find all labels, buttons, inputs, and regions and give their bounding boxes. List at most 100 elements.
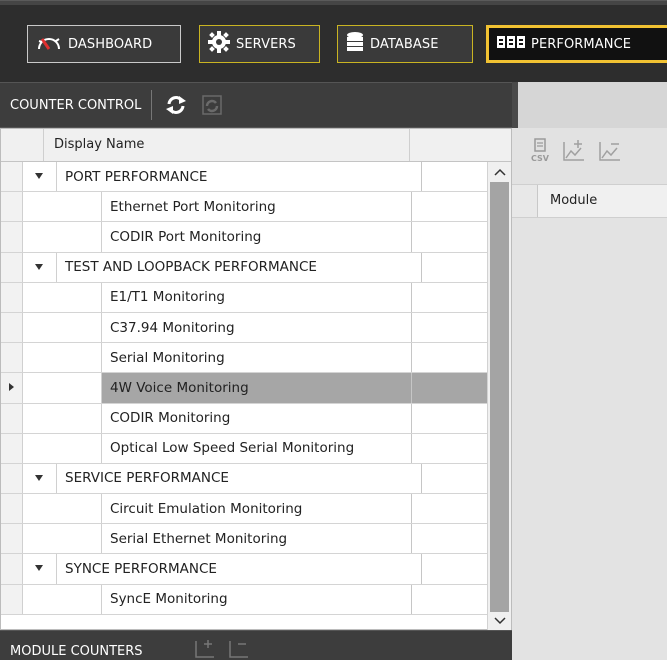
tree-group-row[interactable]: PORT PERFORMANCE: [1, 162, 487, 193]
vertical-scrollbar[interactable]: [487, 162, 511, 631]
row-header-cell[interactable]: [1, 162, 23, 192]
tree-leaf-row[interactable]: Optical Low Speed Serial Monitoring: [1, 433, 487, 464]
top-stripe: [0, 1, 667, 5]
value-cell[interactable]: [412, 192, 487, 222]
add-chart-icon[interactable]: [562, 138, 586, 168]
value-cell[interactable]: [412, 524, 487, 554]
counter-control-title: COUNTER CONTROL: [10, 97, 142, 113]
scrollbar-thumb[interactable]: [490, 182, 509, 612]
row-header-cell[interactable]: [1, 343, 23, 373]
remove-chart-icon[interactable]: [228, 639, 250, 660]
nav-servers-button[interactable]: SERVERS: [199, 25, 320, 63]
display-name-cell[interactable]: Serial Ethernet Monitoring: [102, 524, 412, 554]
indent-cell: [23, 554, 57, 584]
display-name-column-header[interactable]: Display Name: [44, 129, 410, 161]
row-header-cell[interactable]: [1, 524, 23, 554]
collapse-triangle-icon[interactable]: [35, 474, 43, 481]
tree-leaf-row[interactable]: 4W Voice Monitoring: [1, 373, 487, 404]
tree-leaf-row[interactable]: Serial Monitoring: [1, 343, 487, 374]
value-cell[interactable]: [412, 343, 487, 373]
nav-performance-button[interactable]: PERFORMANCE: [486, 25, 667, 63]
dashboard-icon: [36, 33, 62, 55]
module-toolbar: CSV: [512, 128, 667, 184]
nav-database-button[interactable]: DATABASE: [337, 25, 473, 63]
value-cell[interactable]: [412, 222, 487, 252]
row-header-cell[interactable]: [1, 282, 23, 312]
display-name-cell[interactable]: PORT PERFORMANCE: [57, 162, 422, 192]
row-header-cell[interactable]: [1, 252, 23, 282]
toolbar-divider: [151, 90, 153, 120]
indent-cell: [23, 494, 102, 524]
display-name-cell[interactable]: Ethernet Port Monitoring: [102, 192, 412, 222]
display-name-cell[interactable]: CODIR Port Monitoring: [102, 222, 412, 252]
database-icon: [346, 31, 364, 57]
display-name-cell[interactable]: E1/T1 Monitoring: [102, 282, 412, 312]
row-header-cell[interactable]: [1, 192, 23, 222]
tree-leaf-row[interactable]: Serial Ethernet Monitoring: [1, 524, 487, 555]
display-name-cell[interactable]: Optical Low Speed Serial Monitoring: [102, 433, 412, 463]
display-name-cell[interactable]: CODIR Monitoring: [102, 403, 412, 433]
value-cell[interactable]: [422, 554, 487, 584]
value-cell[interactable]: [412, 403, 487, 433]
display-name-cell[interactable]: SyncE Monitoring: [102, 584, 412, 614]
remove-chart-icon[interactable]: [598, 138, 622, 168]
row-header-cell[interactable]: [1, 494, 23, 524]
counter-tree-grid: Display Name PORT PERFORMANCE Ethernet Po…: [0, 128, 512, 631]
tree-leaf-row[interactable]: E1/T1 Monitoring: [1, 282, 487, 313]
display-name-cell[interactable]: Serial Monitoring: [102, 343, 412, 373]
indent-cell: [23, 192, 102, 222]
display-name-cell[interactable]: SERVICE PERFORMANCE: [57, 463, 422, 494]
display-name-cell[interactable]: C37.94 Monitoring: [102, 312, 412, 343]
value-cell[interactable]: [412, 282, 487, 312]
nav-dashboard-button[interactable]: DASHBOARD: [27, 25, 181, 63]
display-name-cell[interactable]: Circuit Emulation Monitoring: [102, 494, 412, 524]
value-cell[interactable]: [422, 252, 487, 282]
nav-performance-label: PERFORMANCE: [531, 36, 632, 52]
tree-leaf-row[interactable]: Circuit Emulation Monitoring: [1, 494, 487, 525]
value-cell[interactable]: [422, 162, 487, 192]
module-table-header: Module: [512, 184, 667, 218]
value-cell[interactable]: [412, 494, 487, 524]
row-header-cell[interactable]: [1, 584, 23, 614]
tree-group-row[interactable]: SYNCE PERFORMANCE: [1, 554, 487, 585]
display-name-cell[interactable]: SYNCE PERFORMANCE: [57, 554, 422, 584]
value-cell[interactable]: [412, 584, 487, 614]
row-header-cell[interactable]: [1, 222, 23, 252]
indent-cell: [23, 433, 102, 463]
value-cell[interactable]: [412, 312, 487, 343]
value-cell[interactable]: [412, 433, 487, 463]
tree-leaf-row[interactable]: SyncE Monitoring: [1, 584, 487, 615]
module-column-header[interactable]: Module: [550, 193, 597, 208]
csv-export-icon[interactable]: CSV: [530, 138, 550, 168]
value-cell[interactable]: [412, 373, 487, 403]
tree-leaf-row[interactable]: Ethernet Port Monitoring: [1, 192, 487, 223]
value-cell[interactable]: [422, 463, 487, 494]
tree-leaf-row[interactable]: CODIR Port Monitoring: [1, 222, 487, 253]
add-chart-icon[interactable]: [194, 639, 216, 660]
indent-cell: [23, 252, 57, 282]
svg-text:CSV: CSV: [531, 154, 550, 163]
display-name-cell[interactable]: TEST AND LOOPBACK PERFORMANCE: [57, 252, 422, 282]
indent-cell: [23, 463, 57, 494]
top-navigation-bar: DASHBOARD SERVERS DATABASE PERFORMANCE: [0, 0, 667, 82]
tree-group-row[interactable]: TEST AND LOOPBACK PERFORMANCE: [1, 252, 487, 283]
row-header-cell[interactable]: [1, 403, 23, 433]
scroll-up-icon[interactable]: [494, 168, 506, 176]
indent-cell: [23, 373, 102, 403]
collapse-triangle-icon[interactable]: [35, 565, 43, 572]
row-header-cell[interactable]: [1, 554, 23, 584]
display-name-cell[interactable]: 4W Voice Monitoring: [102, 373, 412, 403]
tree-group-row[interactable]: SERVICE PERFORMANCE: [1, 463, 487, 495]
indent-cell: [23, 343, 102, 373]
tree-leaf-row[interactable]: C37.94 Monitoring: [1, 312, 487, 344]
nav-dashboard-label: DASHBOARD: [68, 36, 153, 52]
row-header-cell[interactable]: [1, 312, 23, 343]
collapse-triangle-icon[interactable]: [35, 263, 43, 270]
scroll-down-icon[interactable]: [494, 617, 506, 625]
collapse-triangle-icon[interactable]: [35, 173, 43, 179]
tree-leaf-row[interactable]: CODIR Monitoring: [1, 403, 487, 434]
row-header-cell[interactable]: [1, 373, 23, 403]
refresh-icon[interactable]: [164, 93, 188, 117]
row-header-cell[interactable]: [1, 433, 23, 463]
row-header-cell[interactable]: [1, 463, 23, 494]
